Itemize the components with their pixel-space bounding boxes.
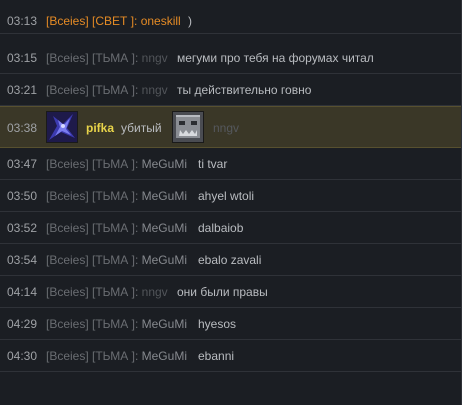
player-name: MeGuMi [141, 317, 187, 331]
channel-prefix: [Всеіеs] [ТЬМА ]: [46, 189, 142, 203]
timestamp: 04:29 [7, 317, 38, 331]
chat-message: dalbaiob [198, 221, 244, 235]
chat-message: hyesos [198, 317, 237, 331]
chat-message: ) [188, 14, 192, 28]
chat-row: 03:54 [Всеіеs] [ТЬМА ]: MeGuMi ebalo zav… [0, 244, 461, 276]
chat-message: мегуми про тебя на форумах читал [177, 51, 374, 65]
chat-message: ahyel wtoli [198, 189, 255, 203]
chat-message: ebanni [198, 349, 235, 363]
stone-hero-portrait-icon [173, 112, 203, 142]
player-name: nngv [141, 51, 168, 65]
timestamp: 03:54 [7, 253, 38, 267]
sender: [Всеіеs] [ТЬМА ]: MeGuMi [46, 308, 187, 340]
timestamp: 03:50 [7, 189, 38, 203]
timestamp: 04:30 [7, 349, 38, 363]
chat-row: 04:29 [Всеіеs] [ТЬМА ]: MeGuMi hyesos [0, 308, 461, 340]
sender: [Всеіеs] [СВЕТ ]: oneskill [46, 8, 181, 34]
kill-verb: убитый [121, 121, 162, 135]
sender: [Всеіеs] [ТЬМА ]: MeGuMi [46, 340, 187, 372]
player-name: nngv [141, 83, 168, 97]
timestamp: 03:52 [7, 221, 38, 235]
player-name: MeGuMi [141, 221, 187, 235]
chat-message: ebalo zavali [198, 253, 262, 267]
channel-prefix: [Всеіеs] [ТЬМА ]: [46, 157, 142, 171]
chat-row: 03:21 [Всеіеs] [ТЬМА ]: nngv ты действит… [0, 74, 461, 106]
player-name: MeGuMi [141, 253, 187, 267]
channel-prefix: [Всеіеs] [ТЬМА ]: [46, 253, 142, 267]
victim-name: nngv [213, 121, 240, 135]
chat-row: 03:47 [Всеіеs] [ТЬМА ]: MeGuMi ti tvar [0, 148, 461, 180]
sender: [Всеіеs] [ТЬМА ]: nngv [46, 42, 168, 74]
chat-row: 04:14 [Всеіеs] [ТЬМА ]: nngv они были пр… [0, 276, 461, 308]
timestamp: 03:38 [7, 121, 38, 135]
player-name: MeGuMi [141, 189, 187, 203]
sender: [Всеіеs] [ТЬМА ]: MeGuMi [46, 244, 187, 276]
chat-row: 03:15 [Всеіеs] [ТЬМА ]: nngv мегуми про … [0, 42, 461, 74]
chat-row: 04:30 [Всеіеs] [ТЬМА ]: MeGuMi ebanni [0, 340, 461, 372]
killer-hero-icon [46, 111, 78, 143]
chat-row: 03:50 [Всеіеs] [ТЬМА ]: MeGuMi ahyel wto… [0, 180, 461, 212]
sender: [Всеіеs] [ТЬМА ]: MeGuMi [46, 180, 187, 212]
dark-hero-portrait-icon [47, 112, 77, 142]
channel-prefix: [Всеіеs] [ТЬМА ]: [46, 51, 142, 65]
player-name: oneskill [140, 14, 181, 28]
timestamp: 04:14 [7, 285, 38, 299]
channel-prefix: [Всеіеs] [ТЬМА ]: [46, 349, 142, 363]
player-name: MeGuMi [141, 349, 187, 363]
channel-prefix: [Всеіеs] [ТЬМА ]: [46, 221, 142, 235]
chat-message: они были правы [177, 285, 268, 299]
chat-row: 03:13 [Всеіеs] [СВЕТ ]: oneskill ) [0, 8, 461, 34]
channel-prefix: [Всеіеs] [ТЬМА ]: [46, 83, 142, 97]
killer-name: pifka [86, 121, 115, 135]
chat-log: 03:13 [Всеіеs] [СВЕТ ]: oneskill ) 03:15… [0, 0, 462, 405]
chat-message: ti tvar [198, 157, 228, 171]
channel-prefix: [Всеіеs] [ТЬМА ]: [46, 317, 142, 331]
timestamp: 03:13 [7, 14, 38, 28]
timestamp: 03:47 [7, 157, 38, 171]
sender: [Всеіеs] [ТЬМА ]: nngv [46, 74, 168, 106]
player-name: MeGuMi [141, 157, 187, 171]
kill-event-row: 03:38 pifka убитый nngv [0, 106, 461, 148]
timestamp: 03:15 [7, 51, 38, 65]
chat-row: 03:52 [Всеіеs] [ТЬМА ]: MeGuMi dalbaiob [0, 212, 461, 244]
sender: [Всеіеs] [ТЬМА ]: nngv [46, 276, 168, 308]
sender: [Всеіеs] [ТЬМА ]: MeGuMi [46, 148, 187, 180]
player-name: nngv [141, 285, 168, 299]
channel-prefix: [Всеіеs] [СВЕТ ]: [46, 14, 141, 28]
chat-message: ты действительно говно [177, 83, 312, 97]
timestamp: 03:21 [7, 83, 38, 97]
channel-prefix: [Всеіеs] [ТЬМА ]: [46, 285, 142, 299]
victim-hero-icon [172, 111, 204, 143]
sender: [Всеіеs] [ТЬМА ]: MeGuMi [46, 212, 187, 244]
